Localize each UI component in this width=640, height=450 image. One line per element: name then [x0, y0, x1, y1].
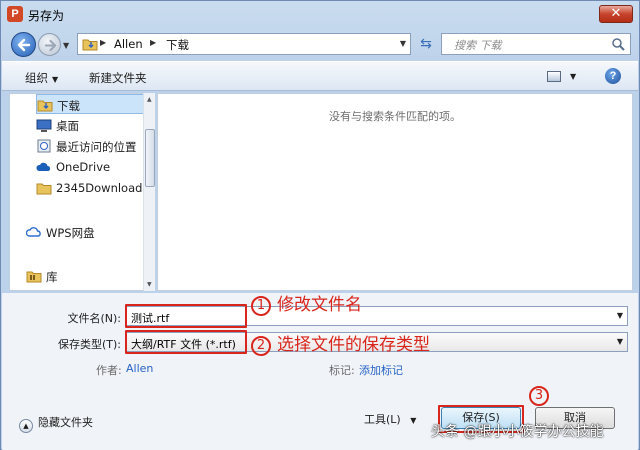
search-input[interactable]: 搜索 下载 [441, 33, 631, 55]
library-icon [26, 271, 42, 283]
author-value[interactable]: Allen [126, 362, 153, 375]
breadcrumb-downloads[interactable]: 下载 [166, 37, 189, 53]
hide-folders-label: 隐藏文件夹 [38, 416, 93, 429]
scrollbar-thumb[interactable] [145, 129, 155, 187]
nav-item-downloads[interactable]: 下载 [36, 94, 146, 114]
back-arrow-icon [17, 38, 31, 52]
nav-item-label: 最近访问的位置 [56, 140, 137, 154]
forward-button[interactable] [38, 33, 61, 56]
step-1-badge: 1 [251, 296, 271, 316]
file-list[interactable]: 没有与搜索条件匹配的项。 [157, 93, 633, 291]
filetype-highlight-box [125, 330, 247, 354]
watermark-text: 头条 @跟小小筱学办公技能 [431, 424, 604, 440]
chevron-down-icon[interactable]: ▼ [617, 337, 623, 346]
window-title: 另存为 [28, 9, 65, 23]
empty-results-message: 没有与搜索条件匹配的项。 [329, 110, 461, 123]
folder-icon [36, 183, 52, 195]
chevron-down-icon: ▼ [410, 416, 417, 425]
hide-folders-button[interactable]: ▲ 隐藏文件夹 [19, 414, 93, 433]
close-button[interactable]: ✕ [599, 5, 633, 23]
nav-item-wps-cloud[interactable]: WPS网盘 [26, 222, 154, 242]
new-folder-button[interactable]: 新建文件夹 [89, 70, 147, 86]
search-icon[interactable] [611, 37, 625, 51]
breadcrumb-separator-icon[interactable]: ▶ [150, 38, 156, 47]
filename-history-dropdown-icon[interactable]: ▼ [617, 311, 623, 320]
onedrive-cloud-icon [36, 162, 51, 171]
nav-item-videos[interactable]: 视频 [36, 286, 154, 291]
annotation-step-1: 1 修改文件名 [251, 290, 362, 316]
nav-item-label: 2345Downloads [56, 181, 149, 195]
desktop-icon [36, 119, 52, 132]
step-1-text: 修改文件名 [277, 295, 362, 315]
step-2-badge: 2 [251, 336, 271, 356]
nav-item-2345downloads[interactable]: 2345Downloads [36, 178, 154, 198]
download-folder-icon [37, 100, 53, 112]
chevron-down-icon: ▼ [52, 75, 59, 84]
recent-locations-dropdown-icon[interactable]: ▼ [63, 41, 69, 50]
nav-item-desktop[interactable]: 桌面 [36, 115, 154, 135]
help-icon[interactable]: ? [605, 68, 621, 84]
nav-pane-scrollbar[interactable]: ▲ ▼ [143, 93, 155, 291]
nav-item-libraries[interactable]: 库 [26, 266, 154, 286]
powerpoint-app-icon: P [7, 6, 23, 22]
organize-label: 组织 [25, 71, 48, 85]
wps-cloud-icon [26, 227, 41, 237]
refresh-icon[interactable]: ⇆ [415, 33, 437, 55]
forward-arrow-icon [44, 39, 57, 52]
view-options-dropdown-icon[interactable]: ▼ [570, 72, 576, 81]
nav-item-onedrive[interactable]: OneDrive [36, 157, 154, 177]
command-toolbar: 组织 ▼ 新建文件夹 ▼ ? [2, 61, 638, 91]
annotation-step-3: 3 [529, 385, 555, 406]
search-placeholder: 搜索 下载 [454, 39, 502, 52]
address-bar[interactable]: ▶ Allen ▶ 下载 ▼ [77, 33, 411, 55]
filename-highlight-box [125, 304, 247, 328]
scroll-up-icon[interactable]: ▲ [147, 96, 152, 103]
recent-places-icon [37, 139, 51, 153]
filename-label: 文件名(N): [67, 312, 121, 325]
navigation-pane: 下载 桌面 最近访问的位置 OneDrive 2345Downloads WPS… [9, 93, 155, 291]
nav-item-label: WPS网盘 [46, 226, 95, 240]
collapse-arrow-icon: ▲ [19, 419, 33, 433]
filetype-label: 保存类型(T): [57, 338, 121, 351]
step-2-text: 选择文件的保存类型 [277, 335, 430, 355]
nav-item-recent-places[interactable]: 最近访问的位置 [36, 136, 154, 156]
change-view-icon[interactable] [547, 71, 561, 82]
address-history-dropdown-icon[interactable]: ▼ [400, 39, 406, 48]
nav-item-label: 库 [46, 270, 58, 284]
tools-menu[interactable]: 工具(L) ▼ [364, 411, 416, 427]
scroll-down-icon[interactable]: ▼ [147, 281, 152, 288]
folder-icon [82, 39, 98, 51]
nav-item-label: 下载 [57, 99, 80, 113]
nav-item-label: 桌面 [56, 119, 79, 133]
add-tags-link[interactable]: 添加标记 [359, 362, 403, 378]
breadcrumb-allen[interactable]: Allen [114, 37, 143, 51]
nav-item-label: OneDrive [56, 160, 111, 174]
title-bar: P 另存为 ✕ [1, 1, 639, 27]
organize-menu[interactable]: 组织 ▼ [25, 70, 58, 86]
video-library-icon [36, 288, 52, 291]
save-as-dialog: P 另存为 ✕ ▼ ▶ Allen ▶ 下载 ▼ ⇆ 搜索 下载 组织 ▼ 新建… [0, 0, 640, 450]
nav-item-label: 视频 [56, 289, 79, 290]
tools-label: 工具(L) [364, 413, 401, 426]
back-button[interactable] [11, 32, 36, 57]
annotation-step-2: 2 选择文件的保存类型 [251, 330, 430, 356]
breadcrumb-separator-icon[interactable]: ▶ [100, 38, 106, 47]
tags-label: 标记: [329, 364, 355, 377]
author-label: 作者: [96, 364, 122, 377]
step-3-badge: 3 [529, 386, 549, 406]
